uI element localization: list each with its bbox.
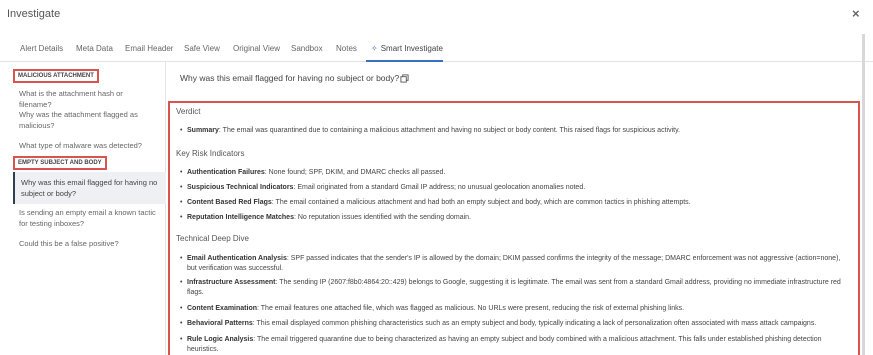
section-title-key-risk-indicators: Key Risk Indicators [176, 149, 245, 158]
section-title-verdict: Verdict [176, 107, 201, 116]
sparkle-icon: ✧ [371, 44, 378, 53]
question-attachment-hash[interactable]: What is the attachment hash or filename? [19, 88, 157, 110]
copy-icon[interactable] [400, 74, 409, 83]
list-item: • Content Based Red Flags: The email cont… [180, 199, 691, 206]
tab-bar: Alert Details Meta Data Email Header Saf… [0, 40, 873, 62]
tab-sandbox[interactable]: Sandbox [291, 44, 323, 53]
modal-header: Investigate × [0, 0, 873, 30]
category-malicious-attachment: MALICIOUS ATTACHMENT [13, 69, 99, 83]
answer-panel: Verdict • Summary: The email was quaranti… [168, 101, 860, 355]
list-item: • Behavioral Patterns: This email display… [180, 320, 817, 327]
tab-alert-details[interactable]: Alert Details [20, 44, 63, 53]
list-item: • Summary: The email was quarantined due … [180, 127, 681, 134]
list-item: • Suspicious Technical Indicators: Email … [180, 184, 586, 191]
category-empty-subject-body: EMPTY SUBJECT AND BODY [13, 156, 107, 170]
list-item: • Authentication Failures: None found; SP… [180, 169, 446, 176]
question-false-positive[interactable]: Could this be a false positive? [19, 238, 157, 249]
tab-email-header[interactable]: Email Header [125, 44, 173, 53]
tab-original-view[interactable]: Original View [233, 44, 280, 53]
list-item: • Rule Logic Analysis: The email triggere… [180, 336, 822, 353]
tab-safe-view[interactable]: Safe View [184, 44, 220, 53]
question-empty-email-tactic[interactable]: Is sending an empty email a known tactic… [19, 207, 157, 229]
close-icon[interactable]: × [852, 7, 860, 20]
list-item: • Reputation Intelligence Matches: No rep… [180, 214, 472, 221]
question-title: Why was this email flagged for having no… [180, 73, 400, 83]
list-item: • Content Examination: The email features… [180, 305, 685, 312]
tab-meta-data[interactable]: Meta Data [76, 44, 113, 53]
active-tab-indicator [366, 60, 443, 62]
tab-smart-investigate-label: Smart Investigate [380, 44, 443, 53]
question-no-subject-body[interactable]: Why was this email flagged for having no… [13, 172, 166, 204]
tab-smart-investigate[interactable]: ✧ Smart Investigate [371, 44, 443, 53]
question-malware-type[interactable]: What type of malware was detected? [19, 140, 157, 151]
modal-title: Investigate [7, 8, 61, 20]
scrollbar[interactable] [862, 34, 865, 355]
list-item: • Infrastructure Assessment: The sending … [180, 279, 841, 296]
list-item: • Email Authentication Analysis: SPF pass… [180, 255, 841, 272]
tab-notes[interactable]: Notes [336, 44, 357, 53]
section-title-technical-deep-dive: Technical Deep Dive [176, 234, 249, 243]
question-attachment-flagged[interactable]: Why was the attachment flagged as malici… [19, 109, 157, 131]
